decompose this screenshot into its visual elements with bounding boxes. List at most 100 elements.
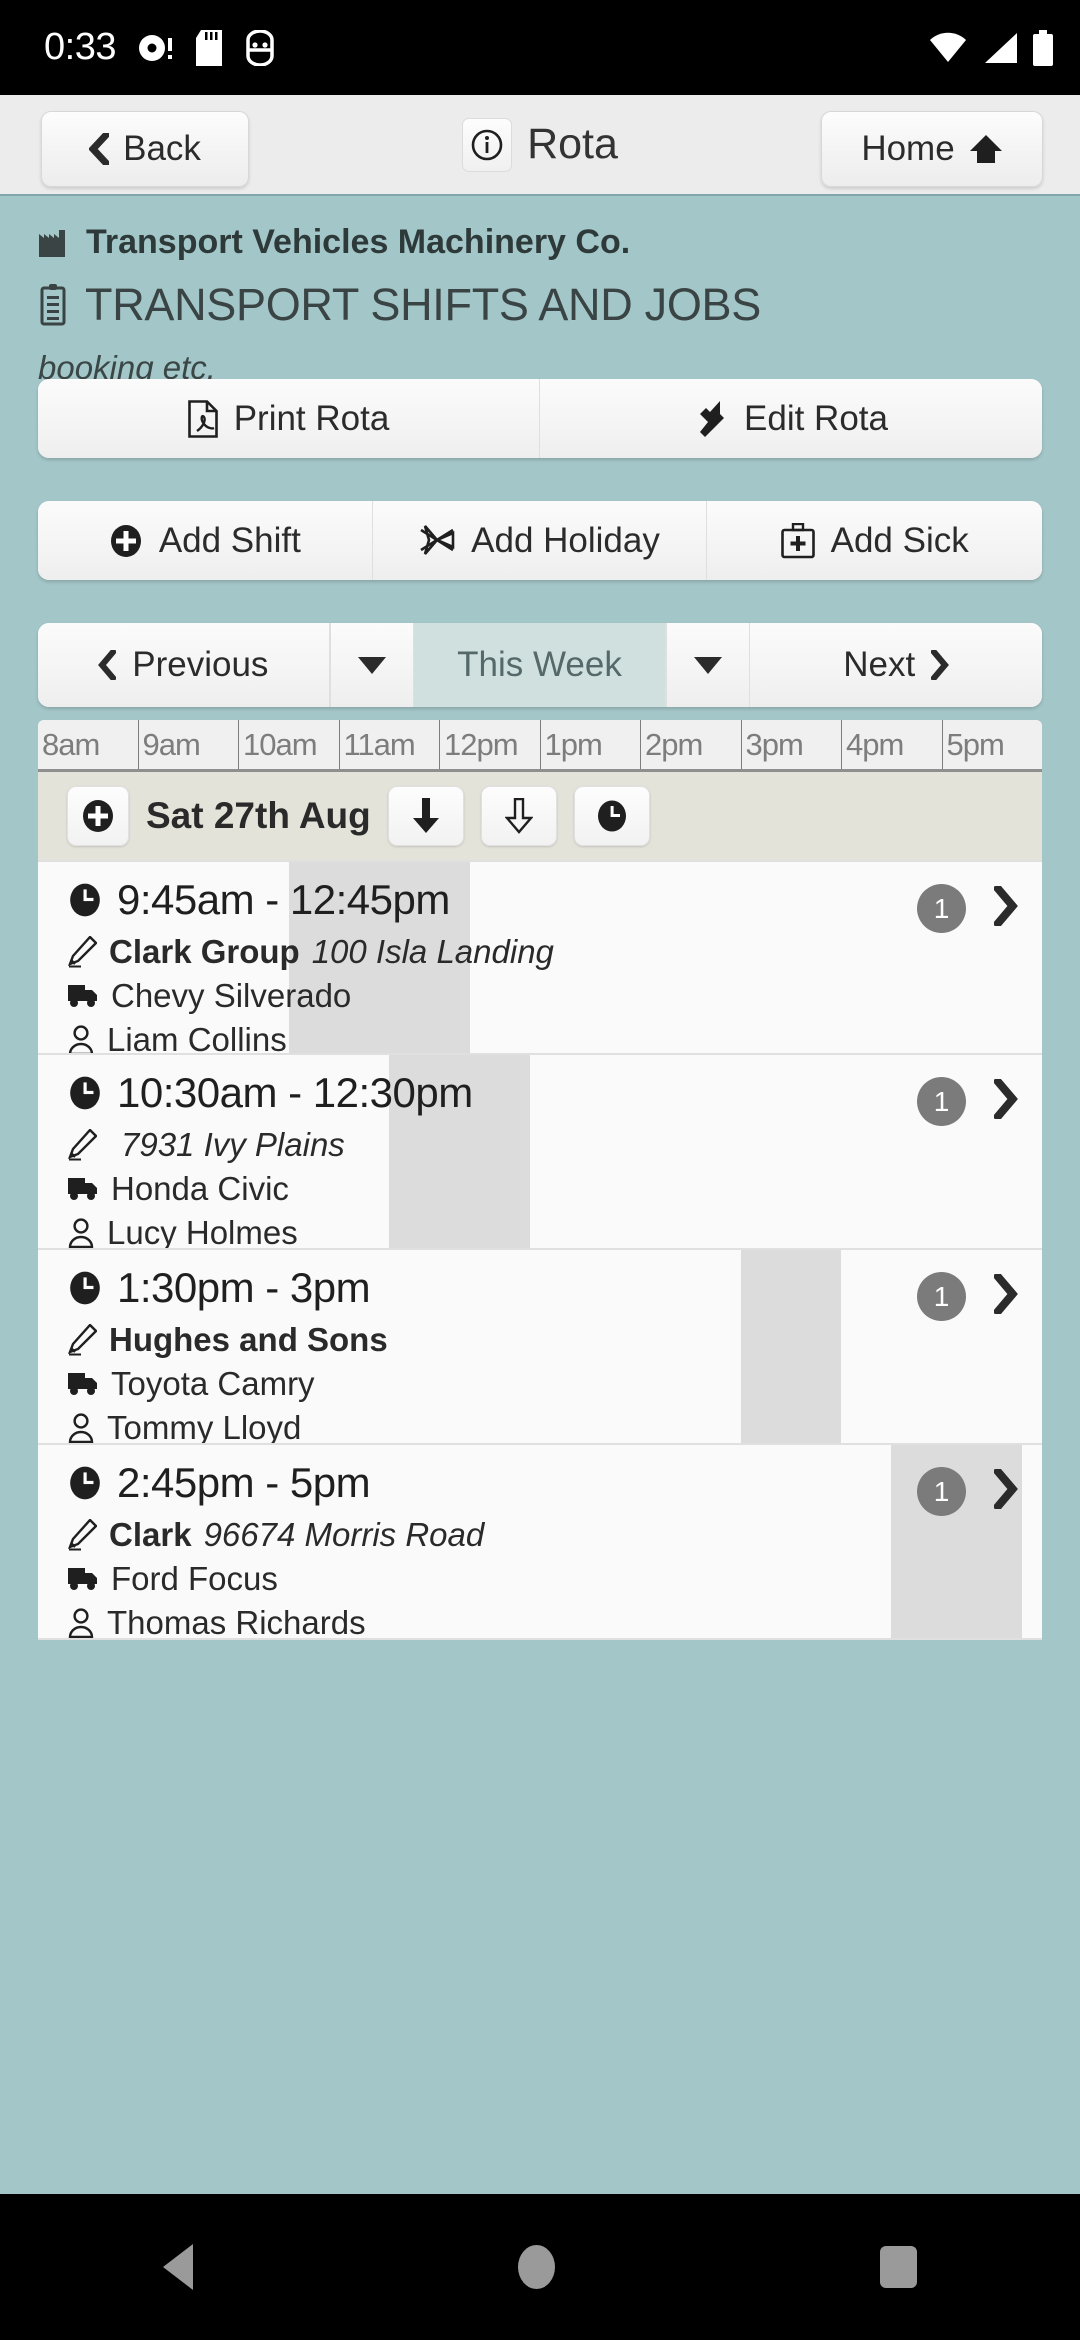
first-aid-kit-icon (780, 522, 815, 558)
shift-vehicle: Ford Focus (111, 1560, 278, 1597)
arrow-down-outline-icon[interactable] (480, 786, 557, 846)
shift-time: 10:30am - 12:30pm (117, 1069, 473, 1116)
clock-icon[interactable] (573, 786, 650, 846)
next-week-button[interactable]: Next (750, 623, 1042, 707)
person-icon (68, 1608, 94, 1638)
add-shift-button[interactable]: Add Shift (38, 501, 373, 580)
shift-open-chevron[interactable] (992, 1466, 1018, 1514)
shift-vehicle-row: Honda Civic (67, 1170, 1042, 1208)
shift-row[interactable]: 2:45pm - 5pm Clark 96674 Morris Road For… (38, 1445, 1042, 1640)
shift-driver: Tommy Lloyd (107, 1409, 302, 1445)
previous-week-dropdown[interactable] (329, 623, 414, 707)
status-clock: 0:33 (44, 26, 116, 68)
arrow-down-solid-icon[interactable] (387, 786, 464, 846)
chevron-left-icon (98, 650, 117, 680)
shift-customer: Clark Group (109, 933, 300, 970)
status-bar: 0:33 (0, 0, 1080, 95)
status-bar-left: 0:33 (44, 0, 276, 95)
section-title: TRANSPORT SHIFTS AND JOBS (85, 279, 761, 330)
home-button-label: Home (861, 129, 955, 168)
print-rota-button[interactable]: Print Rota (38, 379, 540, 458)
hour-cell: 4pm (842, 720, 943, 769)
shift-customer-row: 7931 Ivy Plains (67, 1126, 1042, 1164)
hour-cell: 5pm (946, 726, 1005, 762)
system-navigation-bar (0, 2194, 1080, 2340)
pencil-icon (67, 1324, 97, 1356)
nav-home-icon[interactable] (517, 2245, 555, 2289)
shift-details: 2:45pm - 5pm Clark 96674 Morris Road For… (38, 1445, 1042, 1640)
nav-back-icon[interactable] (162, 2244, 193, 2290)
add-entry-button[interactable] (67, 786, 129, 846)
app-bar: Back Rota Home (0, 95, 1080, 194)
add-holiday-button[interactable]: Add Holiday (372, 501, 708, 580)
nav-recents-icon[interactable] (880, 2246, 918, 2288)
back-button[interactable]: Back (41, 111, 249, 187)
page-title: Rota (527, 120, 618, 168)
shift-driver-row: Tommy Lloyd (67, 1409, 1042, 1445)
previous-week-button[interactable]: Previous (38, 623, 330, 707)
shift-count-badge: 1 (917, 1272, 966, 1321)
shift-time: 9:45am - 12:45pm (117, 876, 450, 923)
pencil-icon (67, 936, 97, 968)
info-circle-icon[interactable] (462, 117, 513, 172)
shift-time-row: 2:45pm - 5pm (67, 1459, 1042, 1507)
home-icon (969, 135, 1002, 163)
hour-cell: 9am (139, 720, 239, 769)
shift-open-chevron[interactable] (992, 1271, 1018, 1319)
main-content: Transport Vehicles Machinery Co. TRANSPO… (0, 194, 1080, 2194)
truck-icon (68, 1568, 97, 1590)
person-icon (68, 1025, 94, 1053)
add-sick-button[interactable]: Add Sick (707, 501, 1042, 580)
hour-cell: 10am (239, 720, 340, 769)
action-row-secondary: Add Shift Add Holiday Add Sick (38, 501, 1042, 580)
this-week-button[interactable]: This Week (413, 623, 667, 707)
shift-details: 10:30am - 12:30pm 7931 Ivy Plains Honda … (38, 1055, 1042, 1248)
action-row-primary: Print Rota Edit Rota (38, 379, 1042, 458)
shift-driver: Thomas Richards (107, 1604, 366, 1640)
week-navigation-row: Previous This Week Next (38, 623, 1042, 707)
shift-time-row: 1:30pm - 3pm (67, 1264, 1042, 1312)
hour-cell: 11am (340, 720, 440, 769)
day-header-row: Sat 27th Aug (38, 772, 1042, 860)
home-button[interactable]: Home (821, 111, 1043, 187)
chevron-right-icon (992, 1076, 1018, 1122)
shift-driver: Liam Collins (107, 1021, 287, 1055)
print-rota-label: Print Rota (233, 398, 390, 438)
battery-icon (1033, 29, 1053, 66)
shift-row[interactable]: 9:45am - 12:45pm Clark Group 100 Isla La… (38, 860, 1042, 1055)
shift-open-chevron[interactable] (992, 1076, 1018, 1124)
company-name-row: Transport Vehicles Machinery Co. (38, 223, 630, 262)
edit-rota-button[interactable]: Edit Rota (540, 379, 1042, 458)
next-week-dropdown[interactable] (666, 623, 751, 707)
shift-time: 1:30pm - 3pm (117, 1264, 371, 1311)
shift-vehicle: Honda Civic (111, 1170, 289, 1207)
shift-count-badge: 1 (917, 1467, 966, 1516)
shift-customer: Clark (109, 1516, 192, 1553)
shift-address: 96674 Morris Road (203, 1516, 485, 1553)
shift-row[interactable]: 10:30am - 12:30pm 7931 Ivy Plains Honda … (38, 1055, 1042, 1250)
shift-vehicle: Toyota Camry (111, 1365, 315, 1402)
chevron-right-icon (992, 1466, 1018, 1512)
shift-driver-row: Liam Collins (67, 1021, 1042, 1055)
hour-cell: 3pm (742, 720, 842, 769)
chevron-right-icon (992, 883, 1018, 929)
add-shift-label: Add Shift (158, 520, 301, 560)
pdf-file-icon (187, 399, 218, 438)
shift-open-chevron[interactable] (992, 883, 1018, 931)
shift-customer: Hughes and Sons (109, 1321, 388, 1358)
pencil-icon (67, 1129, 97, 1161)
phone-screen: 0:33 Back Rota Home Transport Vehicles M… (0, 0, 1080, 2340)
airplane-icon (420, 524, 455, 555)
shift-address: 7931 Ivy Plains (121, 1126, 345, 1163)
truck-icon (68, 1178, 97, 1200)
wifi-icon (930, 32, 966, 62)
chevron-right-icon (931, 650, 950, 680)
status-bar-right (928, 0, 1054, 95)
caret-down-icon (357, 656, 386, 674)
hour-cell: 1pm (541, 720, 641, 769)
rota-timeline: 8am 9am 10am 11am 12pm 1pm 2pm 3pm 4pm 5… (38, 720, 1042, 1640)
clock-icon (70, 1076, 100, 1110)
shift-row[interactable]: 1:30pm - 3pm Hughes and Sons Toyota Camr… (38, 1250, 1042, 1445)
shift-count-badge: 1 (917, 1077, 966, 1126)
previous-week-label: Previous (132, 645, 269, 684)
